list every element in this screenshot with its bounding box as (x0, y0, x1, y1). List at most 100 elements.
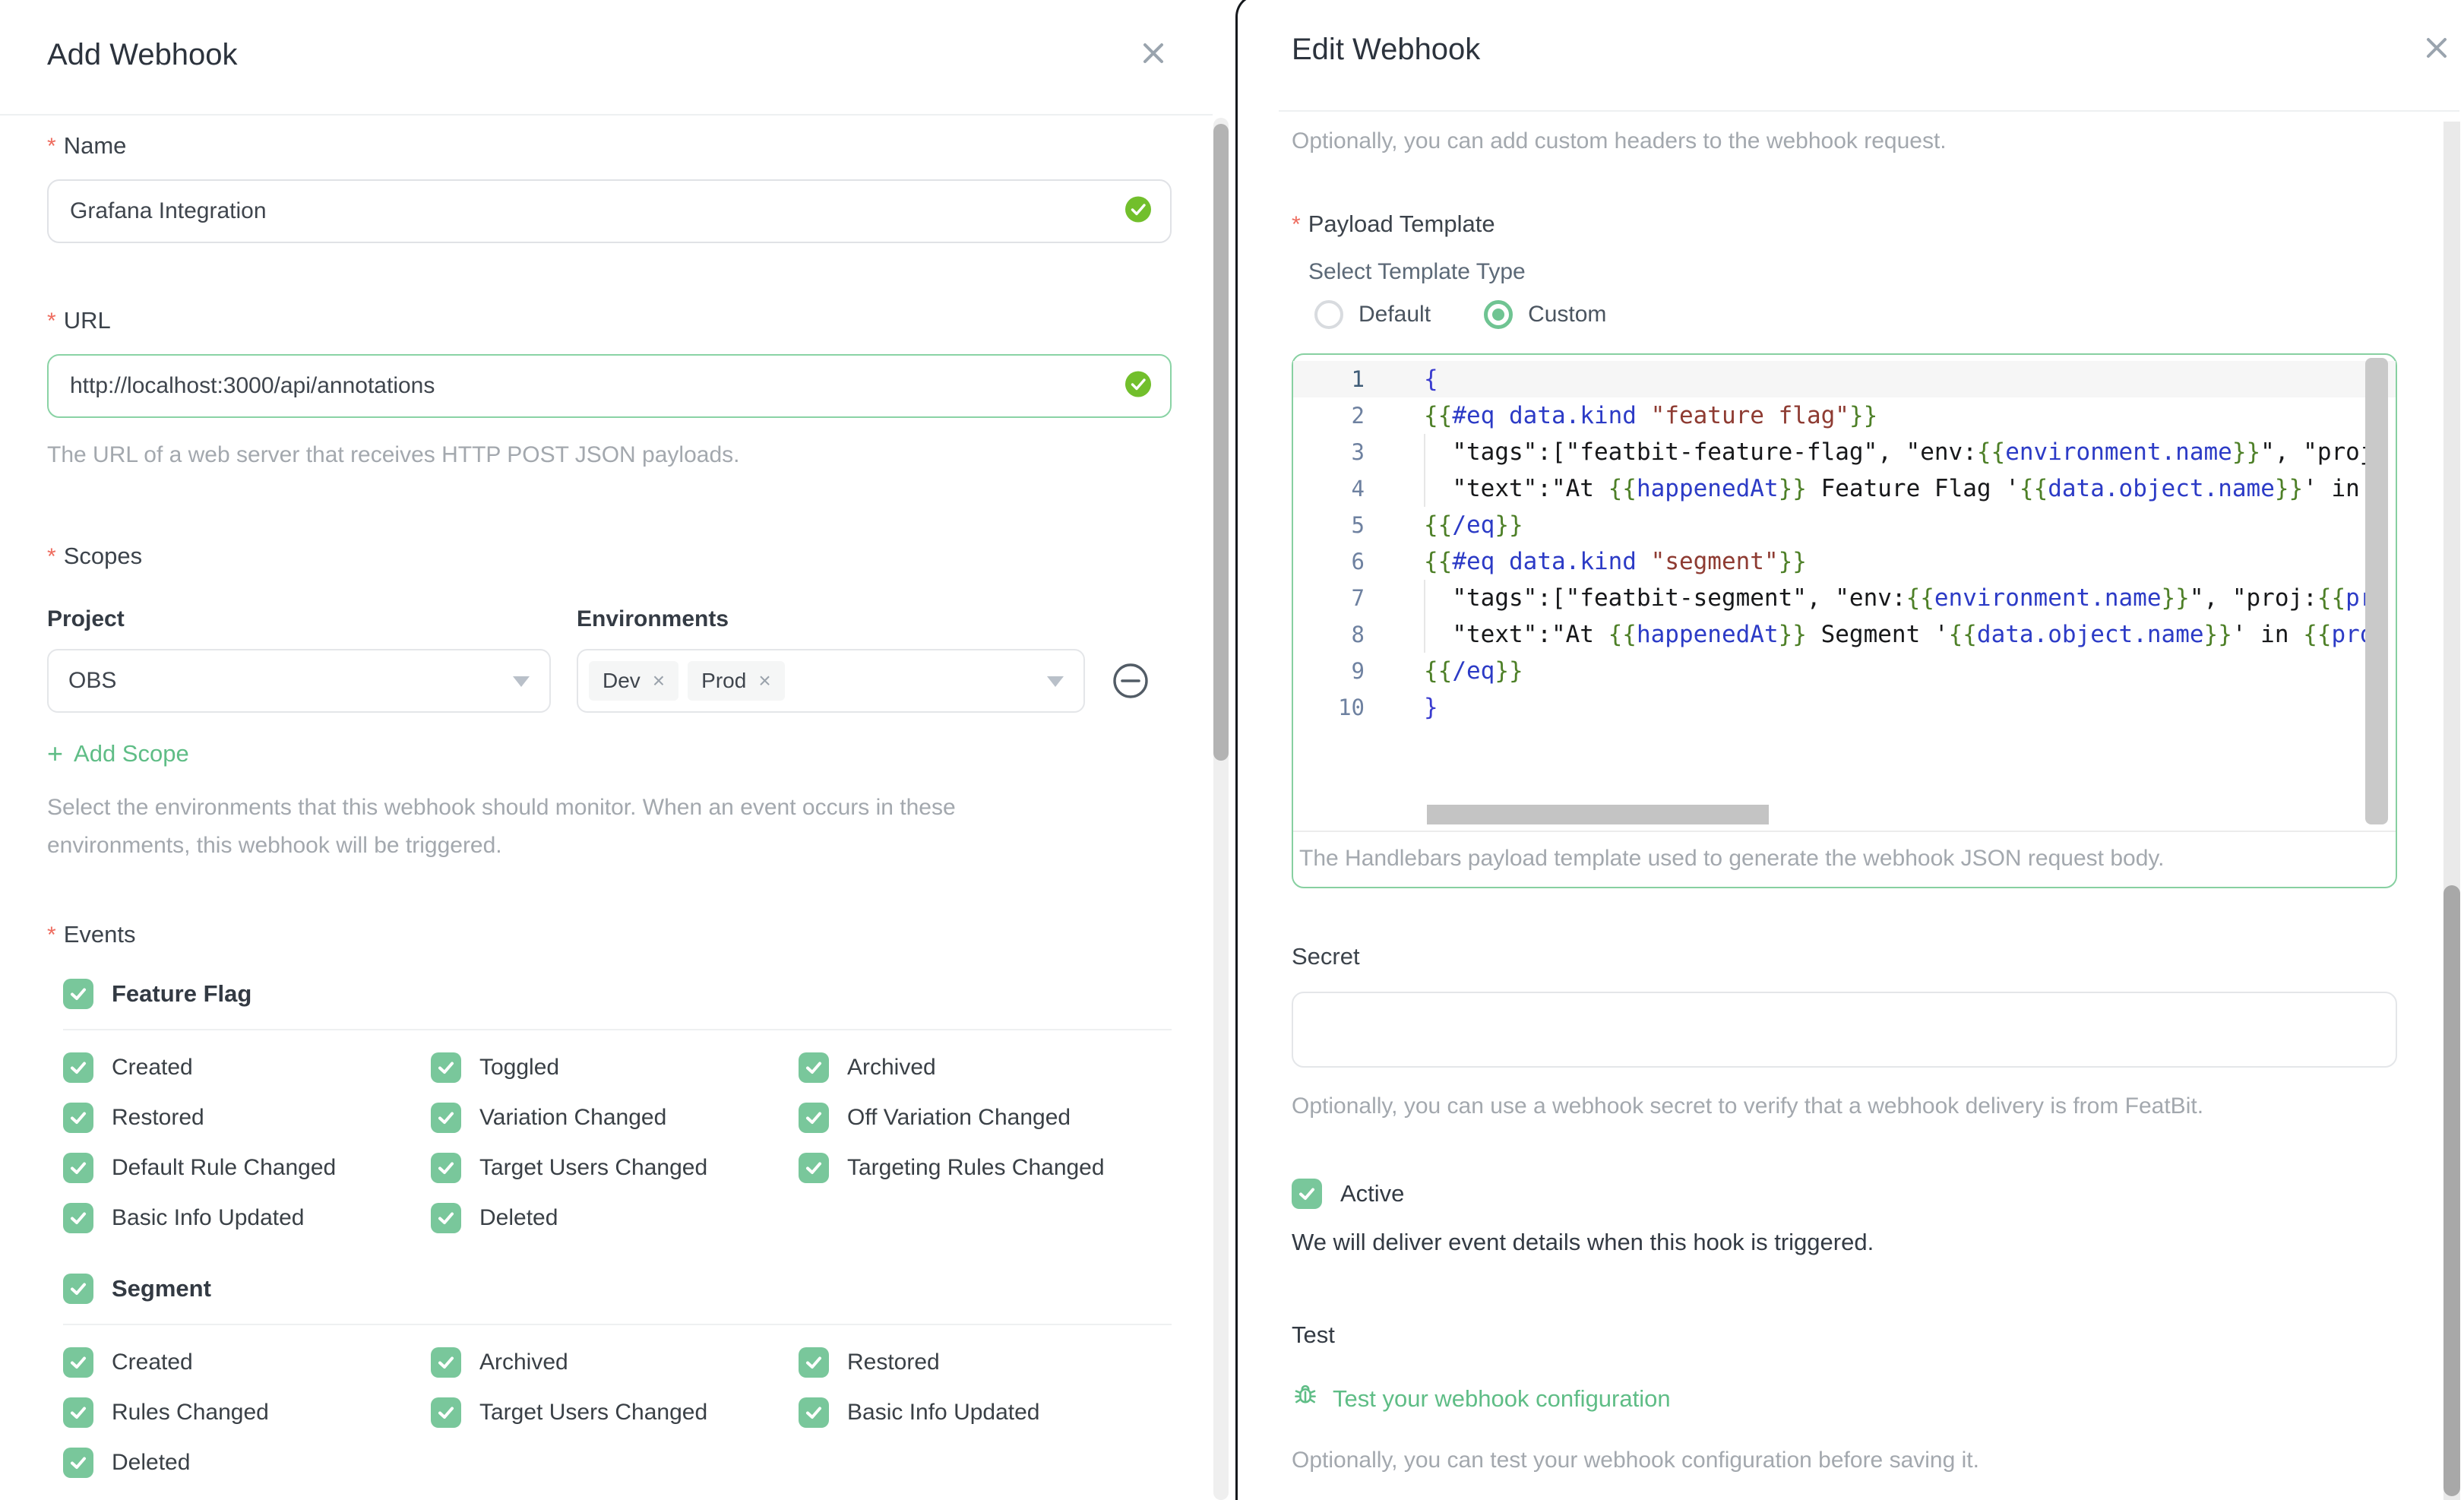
test-webhook-link-label: Test your webhook configuration (1333, 1385, 1671, 1412)
event-checkbox[interactable] (63, 1052, 93, 1083)
right-modal-scrollbar (2443, 122, 2460, 1500)
event-label: Created (112, 1055, 193, 1080)
event-label: Restored (847, 1350, 940, 1375)
modal-title: Add Webhook (47, 38, 238, 71)
line-number: 6 (1351, 549, 1365, 574)
close-icon[interactable] (2420, 31, 2453, 65)
event-label: Deleted (479, 1205, 558, 1230)
event-item: Archived (431, 1337, 799, 1388)
event-item: Target Users Changed (431, 1388, 799, 1438)
edit-webhook-modal: Edit Webhook Optionally, you can add cus… (1235, 0, 2464, 1500)
event-checkbox[interactable] (431, 1347, 461, 1378)
active-checkbox[interactable] (1292, 1179, 1322, 1209)
add-webhook-modal: Add Webhook *Name *URL (0, 0, 1235, 1500)
required-asterisk: * (47, 922, 56, 948)
event-checkbox[interactable] (431, 1203, 461, 1233)
tag-remove-icon[interactable]: × (653, 669, 665, 693)
code-line: 8 "text":"At {{happenedAt}} Segment '{{d… (1293, 616, 2396, 653)
event-checkbox[interactable] (63, 1347, 93, 1378)
add-webhook-header: Add Webhook (0, 0, 1213, 116)
code-line-content: "tags":["featbit-feature-flag", "env:{{e… (1369, 434, 2396, 470)
event-checkbox[interactable] (63, 1103, 93, 1133)
event-label: Target Users Changed (479, 1155, 708, 1180)
add-scope-button[interactable]: + Add Scope (47, 740, 189, 767)
event-item: Target Users Changed (431, 1143, 799, 1193)
project-label: Project (47, 606, 125, 631)
event-checkbox[interactable] (431, 1153, 461, 1183)
editor-horizontal-scrollbar[interactable] (1427, 805, 1769, 824)
right-modal-scrollbar-thumb[interactable] (2443, 885, 2460, 1496)
template-type-radio-default[interactable]: Default (1314, 300, 1431, 329)
event-checkbox[interactable] (63, 1397, 93, 1428)
close-icon[interactable] (1137, 36, 1170, 70)
tag-remove-icon[interactable]: × (758, 669, 770, 693)
url-input[interactable] (49, 373, 1170, 399)
remove-scope-button[interactable] (1111, 661, 1150, 701)
code-line: 1{ (1293, 361, 2396, 397)
environments-select[interactable]: Dev × Prod × (577, 649, 1085, 713)
event-label: Toggled (479, 1055, 560, 1080)
event-checkbox[interactable] (63, 1153, 93, 1183)
active-label: Active (1340, 1180, 1405, 1207)
code-line-content: { (1424, 366, 1438, 393)
name-input[interactable] (49, 198, 1170, 224)
event-label: Target Users Changed (479, 1400, 708, 1425)
event-item: Restored (63, 1093, 431, 1143)
event-label: Archived (479, 1350, 568, 1375)
test-helper: Optionally, you can test your webhook co… (1292, 1448, 1979, 1473)
event-items-grid: Created Toggled Archived Restored Variation … (47, 1043, 1172, 1243)
modal-title: Edit Webhook (1292, 33, 1481, 66)
event-checkbox[interactable] (431, 1052, 461, 1083)
code-line-content: {{/eq}} (1424, 657, 1523, 685)
event-checkbox[interactable] (799, 1397, 829, 1428)
event-checkbox[interactable] (431, 1103, 461, 1133)
line-number: 8 (1351, 622, 1365, 647)
event-checkbox[interactable] (63, 1448, 93, 1478)
required-asterisk: * (47, 309, 56, 334)
left-modal-scrollbar (1213, 118, 1229, 1500)
code-editor[interactable]: 1{2 {{#eq data.kind "feature flag"}} 3 "ta… (1293, 355, 2396, 832)
scope-row: OBS Dev × Prod × (47, 649, 1172, 713)
event-checkbox[interactable] (799, 1103, 829, 1133)
add-webhook-body: *Name *URL The URL of a web server that … (0, 116, 1235, 1488)
line-number: 1 (1351, 366, 1365, 392)
secret-helper: Optionally, you can use a webhook secret… (1292, 1093, 2204, 1119)
event-checkbox[interactable] (799, 1347, 829, 1378)
event-group-header: Feature Flag (47, 979, 1172, 1009)
event-checkbox[interactable] (799, 1052, 829, 1083)
radio-icon (1314, 300, 1343, 329)
plus-icon: + (47, 738, 64, 769)
event-checkbox[interactable] (799, 1153, 829, 1183)
line-number: 4 (1351, 476, 1365, 502)
event-label: Off Variation Changed (847, 1105, 1071, 1130)
event-label: Archived (847, 1055, 936, 1080)
event-group-checkbox[interactable] (63, 979, 93, 1009)
line-number: 10 (1338, 695, 1365, 720)
payload-template-label: * Payload Template (1292, 210, 1495, 237)
editor-vertical-scrollbar[interactable] (2365, 358, 2388, 824)
code-line-content: "text":"At {{happenedAt}} Feature Flag '… (1369, 470, 2396, 507)
event-label: Default Rule Changed (112, 1155, 337, 1180)
event-checkbox[interactable] (63, 1203, 93, 1233)
event-item: Restored (799, 1337, 1166, 1388)
event-item: Archived (799, 1043, 1166, 1093)
secret-input[interactable] (1293, 993, 2396, 1066)
line-number: 5 (1351, 512, 1365, 538)
environments-label: Environments (577, 606, 729, 631)
code-line-content: "tags":["featbit-segment", "env:{{enviro… (1369, 580, 2396, 616)
line-number: 3 (1351, 439, 1365, 465)
event-label: Created (112, 1350, 193, 1375)
environment-tag-label: Dev (603, 669, 641, 692)
edit-webhook-body: Optionally, you can add custom headers t… (1238, 112, 2464, 1479)
project-select[interactable]: OBS (47, 649, 551, 713)
radio-label: Default (1359, 302, 1431, 327)
test-webhook-link[interactable]: Test your webhook configuration (1292, 1382, 1671, 1416)
left-modal-scrollbar-thumb[interactable] (1213, 124, 1229, 761)
code-line-content: "text":"At {{happenedAt}} Segment '{{dat… (1369, 616, 2396, 653)
template-type-radio-custom[interactable]: Custom (1484, 300, 1606, 329)
name-label: * Name (47, 132, 127, 159)
event-label: Rules Changed (112, 1400, 269, 1425)
event-group-checkbox[interactable] (63, 1274, 93, 1304)
event-checkbox[interactable] (431, 1397, 461, 1428)
valid-check-icon (1124, 371, 1152, 402)
